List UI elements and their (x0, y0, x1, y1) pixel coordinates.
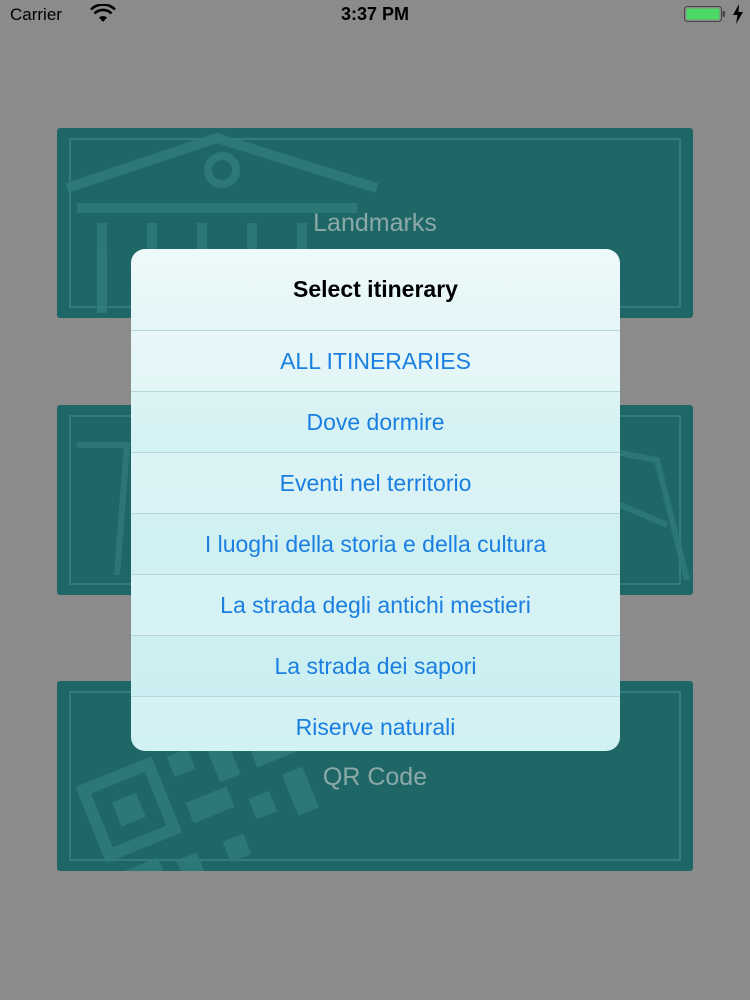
battery-icon (684, 6, 725, 22)
tile-label: Landmarks (313, 209, 437, 237)
dialog-title: Select itinerary (293, 276, 458, 302)
option-strada-sapori[interactable]: La strada dei sapori (131, 635, 620, 696)
option-riserve-naturali[interactable]: Riserve naturali (131, 696, 620, 751)
option-eventi-nel-territorio[interactable]: Eventi nel territorio (131, 452, 620, 513)
option-all-itineraries[interactable]: ALL ITINERARIES (131, 330, 620, 391)
tile-label: QR Code (322, 763, 428, 791)
status-time: 3:37 PM (340, 4, 410, 24)
charging-icon (733, 4, 743, 24)
status-bar: Carrier 3:37 PM (0, 0, 750, 28)
option-strada-antichi-mestieri[interactable]: La strada degli antichi mestieri (131, 574, 620, 635)
option-luoghi-storia-cultura[interactable]: I luoghi della storia e della cultura (131, 513, 620, 574)
dialog-options-list: ALL ITINERARIES Dove dormire Eventi nel te… (131, 330, 620, 751)
option-dove-dormire[interactable]: Dove dormire (131, 391, 620, 452)
select-itinerary-dialog: Select itinerary ALL ITINERARIES Dove dor… (131, 249, 620, 751)
